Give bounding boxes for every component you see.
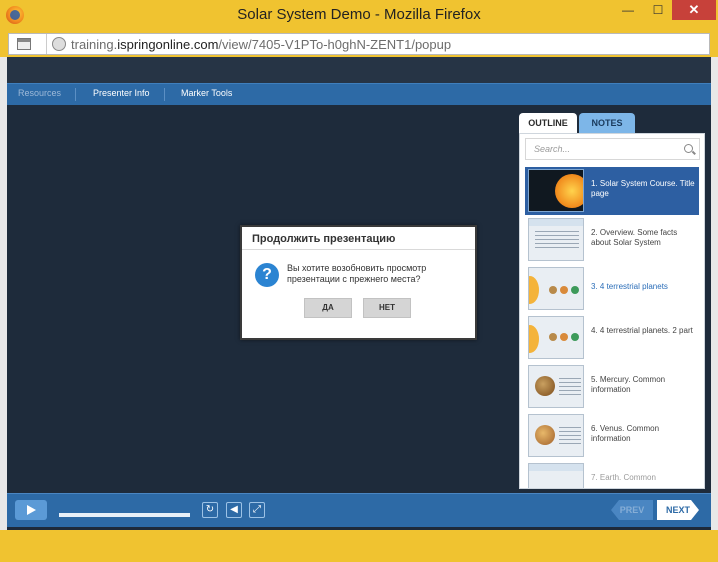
search-icon[interactable] bbox=[684, 144, 693, 153]
slide-item-2[interactable]: 2. Overview. Some facts about Solar Syst… bbox=[525, 216, 699, 264]
search-input[interactable]: Search... bbox=[525, 138, 700, 160]
slide-thumbnail bbox=[528, 316, 584, 359]
tab-outline[interactable]: OUTLINE bbox=[519, 113, 577, 133]
slide-thumbnail bbox=[528, 169, 584, 212]
planet-image bbox=[535, 425, 555, 445]
slide-thumbnail bbox=[528, 365, 584, 408]
menu-item-resources[interactable]: Resources bbox=[18, 88, 61, 98]
dialog-message: Вы хотите возобновить просмотр презентац… bbox=[287, 263, 427, 284]
slide-item-3[interactable]: 3. 4 terrestrial planets bbox=[525, 265, 699, 313]
planet-image bbox=[571, 333, 579, 341]
slide-thumbnail bbox=[528, 414, 584, 457]
side-panel: OUTLINE NOTES Search... 1. Solar System … bbox=[519, 113, 705, 489]
planet-image bbox=[560, 333, 568, 341]
volume-icon[interactable]: ◀ bbox=[226, 502, 242, 518]
planet-image bbox=[535, 376, 555, 396]
url-path: /view/7405-V1PTo-h0ghN-ZENT1/popup bbox=[218, 37, 452, 52]
slide-thumbnail bbox=[528, 267, 584, 310]
prev-button[interactable]: PREV bbox=[611, 500, 653, 520]
thumb-text bbox=[535, 231, 579, 249]
page-icon bbox=[17, 38, 31, 50]
dialog-title: Продолжить презентацию bbox=[252, 233, 396, 245]
outline-panel: Search... 1. Solar System Course. Title … bbox=[519, 133, 705, 489]
sun-image bbox=[555, 174, 583, 208]
replay-icon[interactable]: ↻ bbox=[202, 502, 218, 518]
thumb-text bbox=[559, 378, 581, 396]
planet-image bbox=[560, 286, 568, 294]
window-bottom-frame bbox=[0, 530, 718, 562]
thumb-text bbox=[559, 427, 581, 445]
tab-notes[interactable]: NOTES bbox=[579, 113, 635, 133]
no-button[interactable]: НЕТ bbox=[363, 298, 411, 318]
minimize-button[interactable]: — bbox=[614, 0, 642, 20]
thumb-header bbox=[529, 464, 583, 471]
question-icon: ? bbox=[255, 263, 279, 287]
player-app: Resources Presenter Info Marker Tools Пр… bbox=[7, 57, 711, 530]
planet-image bbox=[549, 286, 557, 294]
address-bar-area: training.ispringonline.com/view/7405-V1P… bbox=[0, 31, 718, 57]
player-menubar: Resources Presenter Info Marker Tools bbox=[7, 83, 711, 105]
globe-icon bbox=[52, 37, 66, 51]
slide-label: 2. Overview. Some facts about Solar Syst… bbox=[591, 228, 678, 247]
next-button[interactable]: NEXT bbox=[657, 500, 699, 520]
url-separator bbox=[39, 34, 47, 54]
menu-divider bbox=[164, 88, 165, 101]
close-button[interactable]: ✕ bbox=[672, 0, 716, 20]
menu-item-marker-tools[interactable]: Marker Tools bbox=[181, 88, 232, 98]
progress-bar[interactable] bbox=[59, 513, 190, 517]
sun-image bbox=[529, 325, 539, 353]
slide-thumbnail bbox=[528, 463, 584, 488]
planet-image bbox=[549, 333, 557, 341]
slide-thumbnail bbox=[528, 218, 584, 261]
slide-label: 4. 4 terrestrial planets. 2 part bbox=[591, 326, 693, 335]
url-prefix: training. bbox=[71, 37, 118, 52]
window-title: Solar System Demo - Mozilla Firefox bbox=[237, 6, 481, 23]
slide-label: 1. Solar System Course. Title page bbox=[591, 179, 695, 198]
url-domain: ispringonline.com bbox=[117, 37, 219, 52]
slide-item-5[interactable]: 5. Mercury. Common information bbox=[525, 363, 699, 411]
address-bar[interactable]: training.ispringonline.com/view/7405-V1P… bbox=[8, 33, 710, 55]
resume-dialog: Продолжить презентацию ? Вы хотите возоб… bbox=[240, 225, 477, 340]
slide-label: 3. 4 terrestrial planets bbox=[591, 282, 668, 291]
slide-item-6[interactable]: 6. Venus. Common information bbox=[525, 412, 699, 460]
url-text[interactable]: training.ispringonline.com/view/7405-V1P… bbox=[71, 37, 451, 52]
slide-label: 7. Earth. Common bbox=[591, 473, 656, 482]
dialog-divider bbox=[242, 249, 475, 250]
planet-image bbox=[571, 286, 579, 294]
player-top-band bbox=[7, 57, 711, 83]
slide-label: 6. Venus. Common information bbox=[591, 424, 660, 443]
menu-divider bbox=[75, 88, 76, 101]
sun-image bbox=[529, 276, 539, 304]
slide-label: 5. Mercury. Common information bbox=[591, 375, 666, 394]
player-controls: ↻ ◀ ⤢ PREV NEXT bbox=[7, 493, 711, 527]
yes-button[interactable]: ДА bbox=[304, 298, 352, 318]
slide-item-7[interactable]: 7. Earth. Common bbox=[525, 461, 699, 488]
slide-item-4[interactable]: 4. 4 terrestrial planets. 2 part bbox=[525, 314, 699, 362]
maximize-button[interactable]: ☐ bbox=[644, 0, 672, 20]
thumb-header bbox=[529, 219, 583, 226]
slide-item-1[interactable]: 1. Solar System Course. Title page bbox=[525, 167, 699, 215]
window-titlebar: Solar System Demo - Mozilla Firefox — ☐ … bbox=[0, 0, 718, 31]
menu-item-presenter-info[interactable]: Presenter Info bbox=[93, 88, 150, 98]
play-button[interactable] bbox=[15, 500, 47, 520]
search-placeholder: Search... bbox=[534, 144, 571, 154]
fullscreen-icon[interactable]: ⤢ bbox=[249, 502, 265, 518]
